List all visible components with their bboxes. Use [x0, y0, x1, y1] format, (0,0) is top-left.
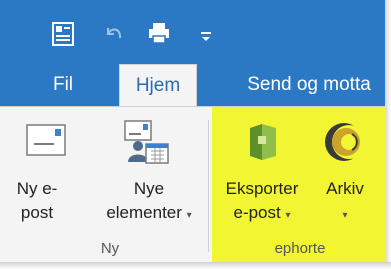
- ribbon-tab-bar: Fil Hjem Send og motta: [0, 64, 386, 106]
- print-icon[interactable]: [148, 22, 170, 44]
- archive-label: Arkiv: [326, 179, 364, 198]
- archive-icon: [325, 123, 366, 161]
- export-email-label-line2: e-post ▾: [218, 202, 306, 227]
- tab-file[interactable]: Fil: [38, 64, 88, 106]
- export-email-label-line1: Eksporter: [225, 179, 299, 198]
- new-email-label-line1: Ny e-: [16, 179, 58, 198]
- tab-send-receive[interactable]: Send og motta: [232, 64, 386, 106]
- window-shadow-right: [385, 0, 391, 269]
- group-separator: [208, 120, 209, 252]
- group-label-ephorte: ephorte: [274, 240, 326, 257]
- archive-caret-row: ▾: [312, 202, 378, 227]
- customize-qat-icon[interactable]: [200, 32, 212, 42]
- new-items-button[interactable]: Nye elementer ▾: [94, 120, 204, 240]
- new-email-label-line2: post: [20, 203, 54, 222]
- new-email-button[interactable]: Ny e- post: [12, 120, 82, 240]
- new-items-label-text: elementer: [106, 203, 182, 222]
- new-items-label-line1: Nye: [133, 179, 165, 198]
- export-email-label-text: e-post: [233, 203, 281, 222]
- envelope-icon: [26, 124, 66, 156]
- outlook-ribbon-window: Fil Hjem Send og motta Ny e- post Nye el…: [0, 0, 391, 269]
- archive-button[interactable]: Arkiv ▾: [312, 120, 378, 240]
- export-folder-icon: [250, 124, 276, 160]
- export-email-button[interactable]: Eksporter e-post ▾: [218, 120, 306, 240]
- archive-dropdown-caret[interactable]: ▾: [342, 210, 347, 221]
- undo-icon[interactable]: [104, 24, 124, 44]
- quick-access-toolbar: [0, 0, 386, 64]
- new-items-icon: [124, 120, 169, 164]
- export-email-dropdown-caret[interactable]: ▾: [285, 210, 290, 221]
- tab-home[interactable]: Hjem: [119, 64, 197, 106]
- new-items-label-line2: elementer ▾: [94, 202, 204, 227]
- window-shadow-bottom: [0, 262, 391, 269]
- new-window-icon[interactable]: [52, 22, 74, 46]
- group-label-new: Ny: [100, 240, 120, 257]
- new-items-dropdown-caret[interactable]: ▾: [187, 210, 192, 221]
